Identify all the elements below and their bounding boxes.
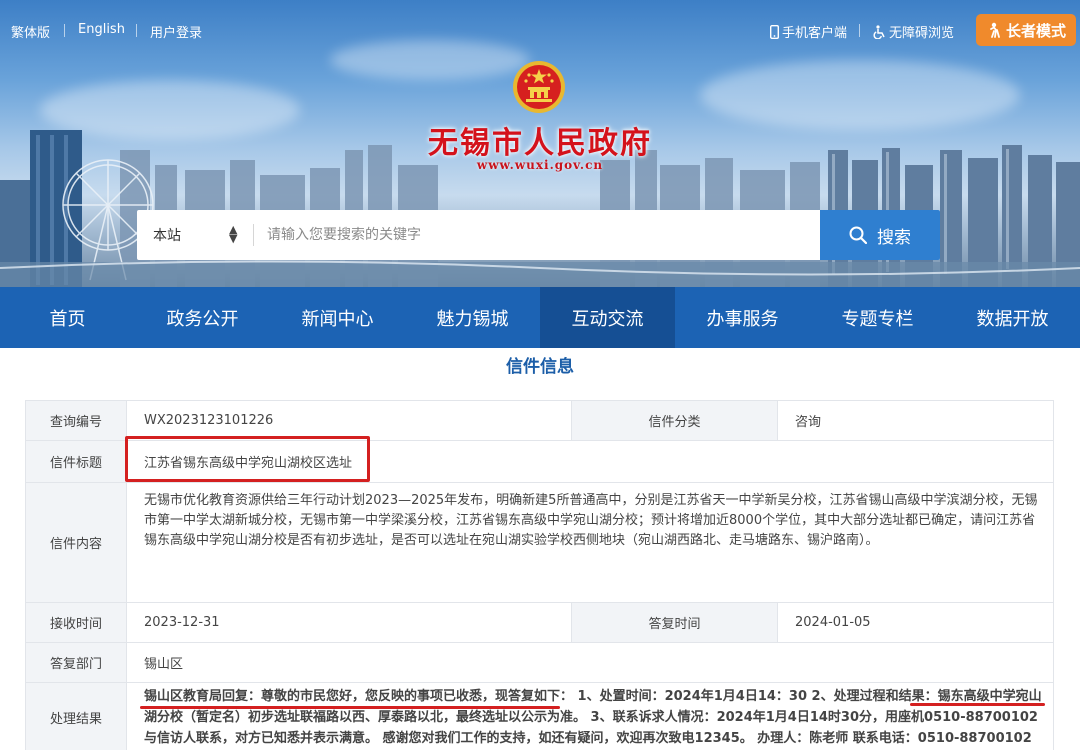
nav-home[interactable]: 首页 [0,287,135,348]
received-time-value: 2023-12-31 [126,602,572,643]
nav-interaction[interactable]: 互动交流 [540,287,675,348]
letter-content-label: 信件内容 [25,482,127,603]
elder-mode-label: 长者模式 [1005,21,1066,40]
search-scope-value: 本站 [153,228,181,244]
search-input[interactable] [267,210,817,260]
search-button-label: 搜索 [877,227,911,248]
query-number-label: 查询编号 [25,400,127,441]
wheelchair-icon [873,25,885,40]
reply-time-value: 2024-01-05 [777,602,1054,643]
nav-charm-wuxi[interactable]: 魅力锡城 [405,287,540,348]
processing-result-label: 处理结果 [25,682,127,750]
search-icon [849,226,867,244]
table-row: 查询编号 WX2023123101226 信件分类 咨询 [25,400,1054,441]
english-link[interactable]: English [64,22,125,37]
title-highlight-box [125,436,370,482]
letter-content-value: 无锡市优化教育资源供给三年行动计划2023—2025年发布，明确新建5所普通高中… [126,482,1054,603]
page-title: 信件信息 [506,357,574,377]
nav-government-affairs[interactable]: 政务公开 [135,287,270,348]
nav-news-center[interactable]: 新闻中心 [270,287,405,348]
letter-title-label: 信件标题 [25,440,127,483]
nav-special-topics[interactable]: 专题专栏 [810,287,945,348]
top-utility-bar: 繁体版 English 用户登录 手机客户端 无障碍浏览 长者模式 [0,0,1080,60]
table-row: 答复部门 锡山区 [25,642,1054,683]
mobile-client-label: 手机客户端 [782,26,848,41]
table-row: 处理结果 锡山区教育局回复：尊敬的市民您好，您反映的事项已收悉，现答复如下： 1… [25,682,1054,750]
reply-department-label: 答复部门 [25,642,127,683]
mobile-client-link[interactable]: 手机客户端 [769,22,848,41]
elder-mode-button[interactable]: 长者模式 [976,14,1076,46]
elder-person-icon [990,22,1000,38]
user-login-link[interactable]: 用户登录 [135,22,202,41]
site-title: 无锡市人民政府 [428,126,652,161]
search-bar: 本站 ▲▼ 搜索 [137,210,940,260]
site-banner: 繁体版 English 用户登录 手机客户端 无障碍浏览 长者模式 无锡市人民政… [0,0,1080,287]
select-updown-icon: ▲ ▼ [229,223,238,245]
result-underline [910,703,1045,706]
table-row: 接收时间 2023-12-31 答复时间 2024-01-05 [25,602,1054,643]
category-label: 信件分类 [571,400,778,441]
search-button[interactable]: 搜索 [820,210,940,260]
main-nav: 首页 政务公开 新闻中心 魅力锡城 互动交流 办事服务 专题专栏 数据开放 [0,287,1080,348]
mobile-phone-icon [769,24,779,40]
divider [253,224,254,246]
reply-time-label: 答复时间 [571,602,778,643]
traditional-chinese-link[interactable]: 繁体版 [11,22,50,41]
nav-services[interactable]: 办事服务 [675,287,810,348]
accessibility-label: 无障碍浏览 [889,26,955,41]
national-emblem-icon [513,61,565,113]
nav-open-data[interactable]: 数据开放 [945,287,1080,348]
processing-result-value: 锡山区教育局回复：尊敬的市民您好，您反映的事项已收悉，现答复如下： 1、处置时间… [126,682,1054,750]
category-value: 咨询 [777,400,1054,441]
result-underline [140,706,560,709]
reply-department-value: 锡山区 [126,642,1054,683]
received-time-label: 接收时间 [25,602,127,643]
accessibility-link[interactable]: 无障碍浏览 [858,22,955,41]
table-row: 信件内容 无锡市优化教育资源供给三年行动计划2023—2025年发布，明确新建5… [25,482,1054,603]
query-number-value: WX2023123101226 [126,400,572,441]
site-url: www.wuxi.gov.cn [476,158,604,172]
